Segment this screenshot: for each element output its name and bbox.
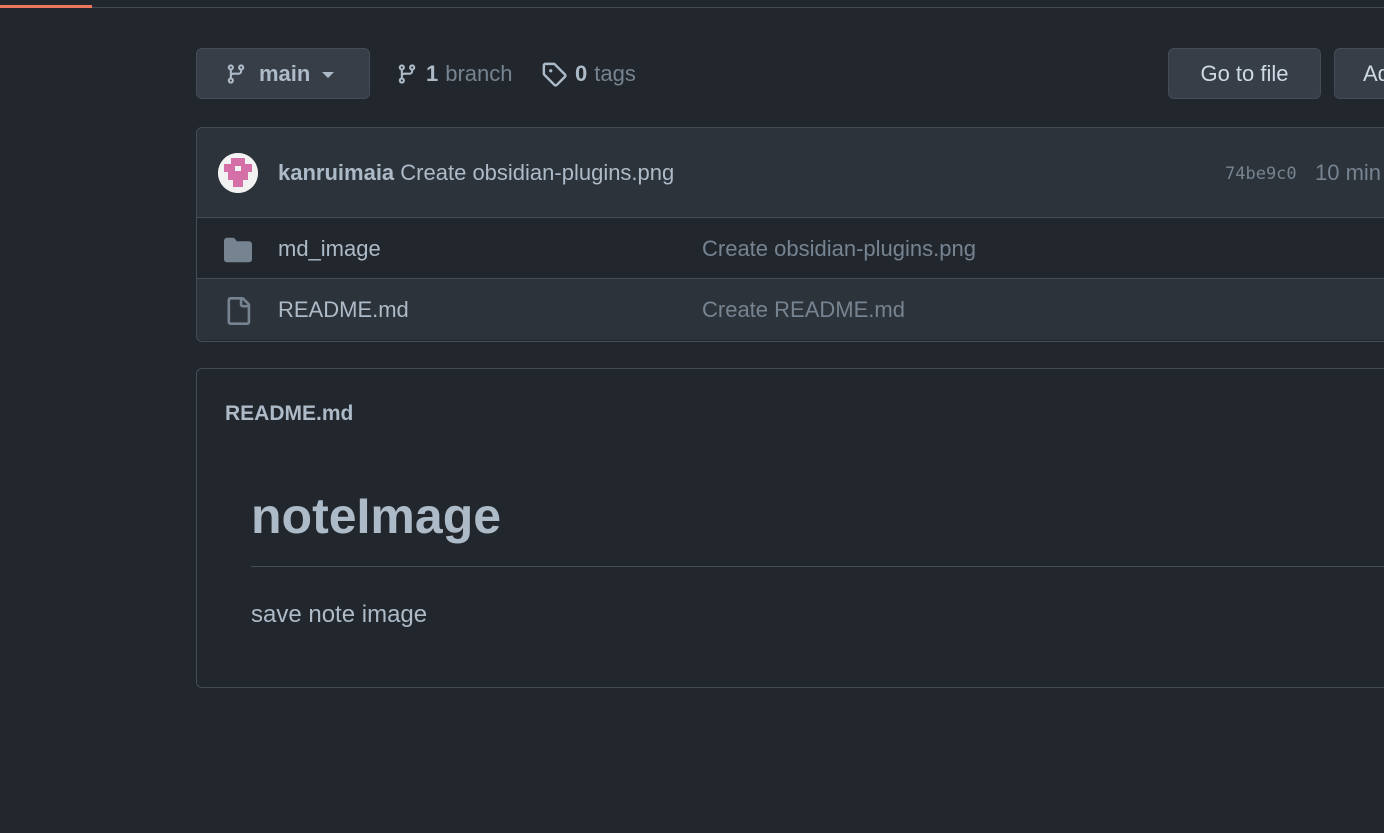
heading-divider [251,566,1384,567]
file-name-link[interactable]: md_image [278,236,381,262]
readme-panel: README.md noteImage save note image [196,368,1384,688]
branches-text: branch [445,60,513,86]
branch-selector-button[interactable]: main [196,48,370,99]
identicon-icon [218,153,258,193]
commit-time: 10 min [1315,160,1382,185]
branch-selector-label: main [259,60,311,86]
add-file-button[interactable]: Ad [1334,48,1384,99]
readme-filename-link[interactable]: README.md [225,402,353,426]
readme-heading: noteImage [251,488,502,544]
file-commit-message-link[interactable]: Create README.md [702,297,905,323]
active-tab-underline [0,5,92,8]
chevron-down-icon [322,72,335,78]
file-icon [227,297,251,325]
file-name-link[interactable]: README.md [278,297,409,323]
latest-commit-row: kanruimaia Create obsidian-plugins.png 7… [197,128,1384,218]
list-item: md_image Create obsidian-plugins.png [197,218,1384,279]
avatar[interactable] [218,153,258,193]
git-branch-icon [398,63,416,84]
commit-sha-link[interactable]: 74be9c0 [1225,164,1297,184]
commit-message-link[interactable]: Create obsidian-plugins.png [400,160,674,185]
tags-count: 0 [575,60,588,86]
file-list: kanruimaia Create obsidian-plugins.png 7… [196,127,1384,342]
repo-nav-bar [0,0,1384,8]
list-item: README.md Create README.md [197,279,1384,340]
tags-text: tags [594,60,636,86]
branches-link[interactable]: 1 branch [396,48,513,99]
commit-summary: kanruimaia Create obsidian-plugins.png [278,160,674,186]
tags-link[interactable]: 0 tags [541,48,636,99]
readme-paragraph: save note image [251,601,428,628]
file-navigation-toolbar: main 1 branch 0 tags Go to file Ad [196,48,1384,101]
go-to-file-button[interactable]: Go to file [1168,48,1321,99]
commit-author-link[interactable]: kanruimaia [278,160,394,185]
branches-count: 1 [426,60,439,86]
tag-icon [542,62,567,87]
file-commit-message-link[interactable]: Create obsidian-plugins.png [702,236,976,262]
git-branch-icon [227,63,245,84]
folder-icon [224,237,252,263]
